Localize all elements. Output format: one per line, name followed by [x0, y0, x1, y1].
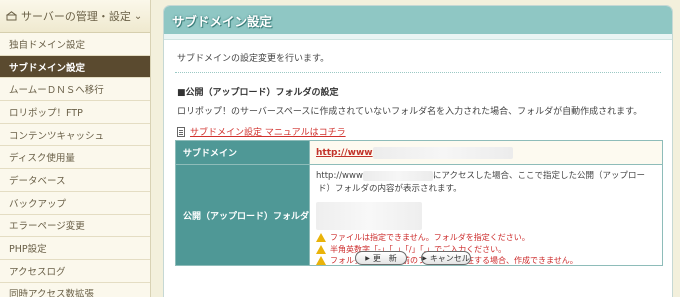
manual-link[interactable]: サブドメイン設定 マニュアルはコチラ [190, 125, 346, 138]
page-title: サブドメイン設定 [172, 13, 273, 29]
triangle-right-icon: ▶ [422, 254, 427, 262]
warning-icon [316, 256, 326, 266]
chevron-down-icon: ⌄ [133, 10, 143, 22]
sidebar-header-label: サーバーの管理・設定 [21, 10, 131, 23]
folder-url-prefix: http://www [316, 171, 363, 181]
sidebar-item-disk-usage[interactable]: ディスク使用量 [0, 146, 150, 170]
sidebar-item-access-log[interactable]: アクセスログ [0, 259, 150, 283]
warning-icon [316, 244, 326, 254]
warning-icon [316, 233, 326, 243]
sidebar-item-ftp[interactable]: ロリポップ！FTP [0, 101, 150, 124]
page-description: サブドメインの設定変更を行います。 [177, 54, 330, 64]
sidebar-item-database[interactable]: データベース [0, 169, 150, 192]
action-buttons: ▶ 更 新 ▶ キャンセル [355, 251, 471, 265]
subdomain-label: サブドメイン [176, 141, 310, 164]
subdomain-settings-panel: サブドメイン設定 サブドメインの設定変更を行います。 ■公開（アップロード）フォ… [163, 5, 673, 297]
panel-header: サブドメイン設定 [164, 6, 672, 34]
sidebar-item-content-cache[interactable]: コンテンツキャッシュ [0, 123, 150, 147]
section-heading: ■公開（アップロード）フォルダの設定 [177, 88, 339, 98]
sidebar: サーバーの管理・設定 ⌄ 独自ドメイン設定 サブドメイン設定 ムームーＤＮＳへ移… [0, 0, 151, 297]
folder-desc-line1: にアクセスした場合、ここで指定した公開（アップロー [432, 171, 645, 181]
table-row: サブドメイン http://www [176, 141, 662, 165]
server-icon [6, 11, 17, 21]
sidebar-item-custom-domain[interactable]: 独自ドメイン設定 [0, 33, 150, 56]
redacted-region [362, 170, 433, 181]
cancel-button[interactable]: ▶ キャンセル [421, 251, 471, 265]
dotted-divider [175, 72, 661, 73]
section-description: ロリポップ！のサーバースペースに作成されていないフォルダ名を入力された場合、フォ… [177, 107, 643, 117]
folder-input[interactable] [316, 202, 422, 230]
manual-link-row: サブドメイン設定 マニュアルはコチラ [177, 125, 346, 138]
sidebar-item-muumuu-dns[interactable]: ムームーＤＮＳへ移行 [0, 78, 150, 102]
folder-cell: http://www にアクセスした場合、ここで指定した公開（アップロー ド）フォ… [310, 165, 662, 266]
subdomain-url-link[interactable]: http://www [316, 148, 373, 158]
folder-desc-line2: ド）フォルダの内容が表示されます。 [318, 184, 462, 194]
subdomain-cell: http://www [310, 141, 662, 164]
sidebar-header[interactable]: サーバーの管理・設定 ⌄ [0, 0, 150, 33]
table-row: 公開（アップロード）フォルダ http://www にアクセスした場合、ここで指定… [176, 165, 662, 266]
triangle-right-icon: ▶ [365, 254, 370, 262]
sidebar-item-php[interactable]: PHP設定 [0, 237, 150, 260]
sidebar-item-error-page[interactable]: エラーページ変更 [0, 214, 150, 238]
redacted-region [372, 146, 513, 159]
sidebar-item-subdomain[interactable]: サブドメイン設定 [0, 55, 150, 79]
panel-divider [164, 34, 672, 40]
document-icon [177, 126, 185, 137]
sidebar-item-backup[interactable]: バックアップ [0, 191, 150, 215]
sidebar-item-concurrent-access[interactable]: 同時アクセス数拡張 [0, 282, 150, 297]
settings-table: サブドメイン http://www 公開（アップロード）フォルダ http://… [175, 140, 663, 266]
update-button[interactable]: ▶ 更 新 [355, 251, 407, 265]
folder-label: 公開（アップロード）フォルダ [176, 165, 310, 265]
